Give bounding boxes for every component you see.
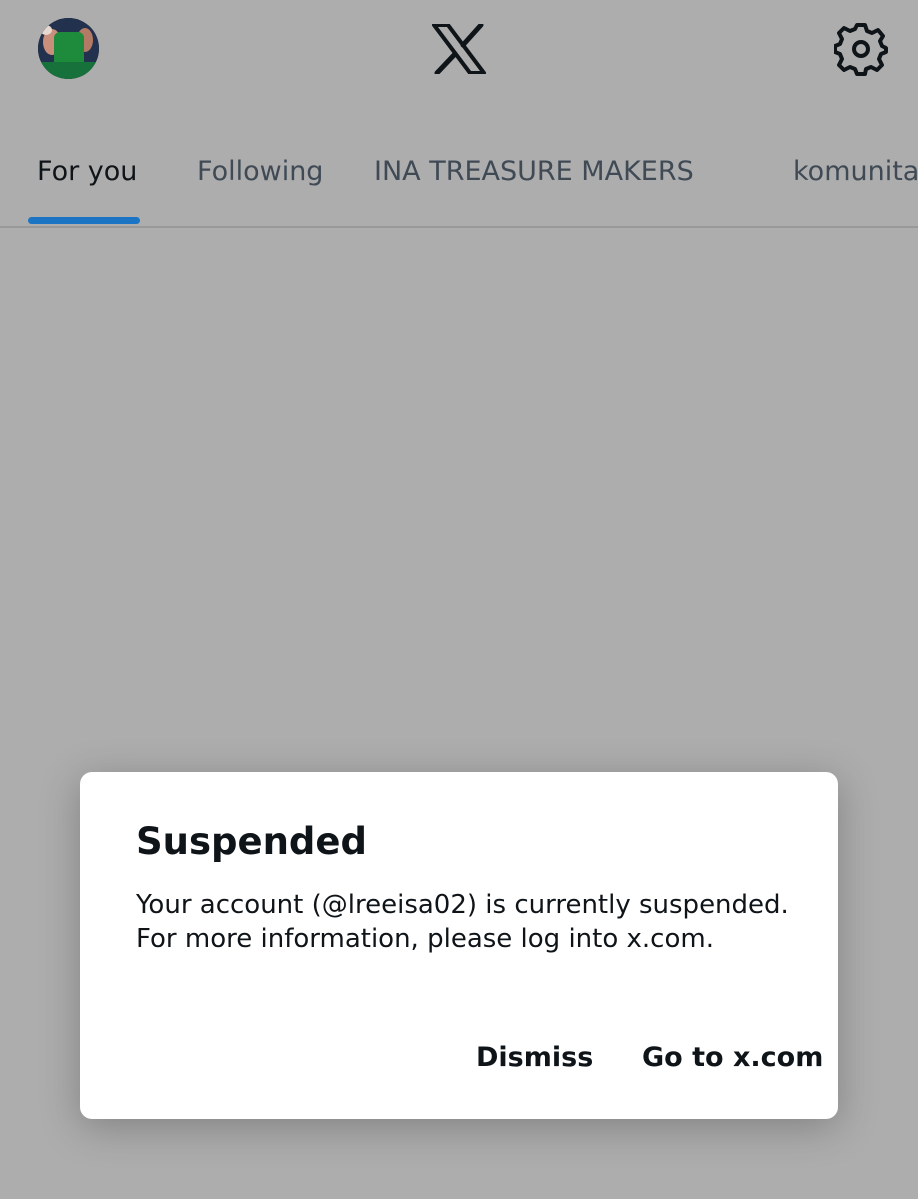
timeline-tabs: For you Following INA TREASURE MAKERS ko… [0,140,918,228]
suspended-dialog: Suspended Your account (@lreeisa02) is c… [80,772,838,1119]
dialog-message: Your account (@lreeisa02) is currently s… [136,888,816,956]
profile-avatar[interactable] [38,18,99,79]
tab-ina-treasure-makers[interactable]: INA TREASURE MAKERS [374,156,694,187]
top-app-bar [0,0,918,110]
tab-komunitas[interactable]: komunitas [793,156,918,187]
x-logo-icon[interactable] [432,22,486,76]
dialog-message-line-2: For more information, please log into x.… [136,924,714,954]
tab-for-you[interactable]: For you [37,156,137,187]
dismiss-button[interactable]: Dismiss [476,1042,593,1073]
active-tab-indicator [28,217,140,224]
dialog-message-line-1: Your account (@lreeisa02) is currently s… [136,890,789,920]
dialog-title: Suspended [136,820,367,863]
go-to-x-button[interactable]: Go to x.com [642,1042,823,1073]
gear-icon[interactable] [833,22,888,76]
tab-following[interactable]: Following [197,156,323,187]
